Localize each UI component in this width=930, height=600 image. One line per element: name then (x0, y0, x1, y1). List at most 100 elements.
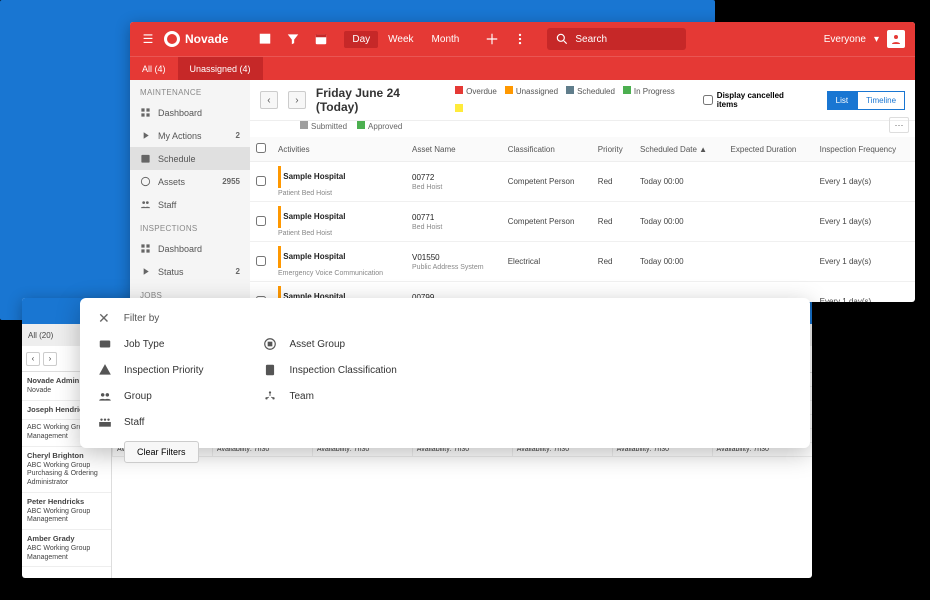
sidebar-icon (140, 130, 151, 141)
hamburger-icon[interactable]: ☰ (140, 32, 156, 46)
row-checkbox[interactable] (256, 216, 266, 226)
chevron-down-icon: ▾ (874, 34, 879, 45)
user-scope-label: Everyone (824, 34, 866, 45)
row-flag (278, 166, 281, 188)
sidebar-icon (140, 153, 151, 164)
filter-option-inspection-priority[interactable]: Inspection Priority (98, 363, 203, 377)
period-month[interactable]: Month (424, 31, 468, 48)
row-flag (278, 246, 281, 268)
column-header[interactable]: Scheduled Date ▲ (634, 137, 725, 162)
datebar: ‹ › Friday June 24 (Today) OverdueUnassi… (250, 80, 915, 121)
sidebar-item-staff[interactable]: Staff (130, 193, 250, 216)
search-input[interactable]: Search (547, 28, 685, 50)
column-header[interactable]: Expected Duration (725, 137, 814, 162)
sidebar-icon (140, 176, 151, 187)
sidebar-item-label: My Actions (158, 131, 202, 141)
sidebar-icon (140, 266, 151, 277)
calendar-next[interactable]: › (43, 352, 57, 366)
column-header[interactable]: Inspection Frequency (814, 137, 915, 162)
tab-all[interactable]: All (4) (130, 57, 178, 80)
calendar-person[interactable]: Amber GradyABC Working Group Management (22, 530, 111, 567)
period-switch: Day Week Month (344, 31, 467, 48)
calendar-tab-all[interactable]: All (20) (28, 331, 53, 340)
sidebar-item-label: Dashboard (158, 244, 202, 254)
table-row[interactable]: Sample HospitalEmergency Voice Communica… (250, 242, 915, 282)
sidebar-item-label: Staff (158, 200, 176, 210)
filter-popup: ✕ Filter by Job Type Inspection Priority G… (80, 298, 810, 448)
filter-option-staff[interactable]: Staff (98, 415, 203, 429)
filter-option-inspection-classification[interactable]: Inspection Classification (263, 363, 396, 377)
filter-option-label: Asset Group (289, 339, 345, 350)
sidebar-badge: 2 (236, 267, 240, 276)
column-header[interactable]: Priority (592, 137, 634, 162)
filter-option-icon (98, 337, 112, 351)
sidebar-item-label: Status (158, 267, 184, 277)
sidebar: MAINTENANCE Dashboard My Actions 2 Schedule… (130, 80, 250, 302)
filter-option-group[interactable]: Group (98, 389, 203, 403)
sidebar-item-my-actions[interactable]: My Actions 2 (130, 124, 250, 147)
tab-unassigned[interactable]: Unassigned (4) (178, 57, 263, 80)
column-header[interactable]: Asset Name (406, 137, 502, 162)
display-cancelled-checkbox[interactable] (703, 95, 713, 105)
legend-item: Submitted (300, 121, 347, 131)
calendar-person[interactable]: Peter HendricksABC Working Group Managem… (22, 493, 111, 530)
sidebar-badge: 2 (236, 131, 240, 140)
filter-option-icon (263, 363, 277, 377)
filter-title: Filter by (124, 313, 160, 324)
clear-filters-button[interactable]: Clear Filters (124, 441, 199, 463)
period-day[interactable]: Day (344, 31, 378, 48)
filter-option-icon (263, 337, 277, 351)
activities-table: ActivitiesAsset NameClassificationPriori… (250, 137, 915, 302)
brand-text: Novade (185, 32, 228, 46)
date-prev[interactable]: ‹ (260, 91, 278, 109)
calendar-prev[interactable]: ‹ (26, 352, 40, 366)
view-timeline[interactable]: Timeline (857, 91, 905, 110)
row-flag (278, 206, 281, 228)
row-checkbox[interactable] (256, 256, 266, 266)
legend-item: Unassigned (505, 86, 558, 96)
filter-option-job-type[interactable]: Job Type (98, 337, 203, 351)
app-window: ☰ Novade Day Week Month Search Everyone … (130, 22, 915, 302)
plus-icon[interactable] (485, 32, 499, 46)
period-week[interactable]: Week (380, 31, 421, 48)
close-icon[interactable]: ✕ (98, 310, 110, 327)
brand-logo[interactable]: Novade (164, 31, 228, 47)
sidebar-item-schedule[interactable]: Schedule (130, 147, 250, 170)
sidebar-icon (140, 107, 151, 118)
status-legend: OverdueUnassignedScheduledIn Progress (455, 86, 693, 114)
search-icon (555, 32, 569, 46)
table-row[interactable]: Sample HospitalPatient Bed Hoist00772Bed… (250, 162, 915, 202)
filter-option-icon (98, 415, 112, 429)
date-next[interactable]: › (288, 91, 306, 109)
filter-option-icon (98, 389, 112, 403)
row-checkbox[interactable] (256, 176, 266, 186)
filter-option-team[interactable]: Team (263, 389, 396, 403)
table-row[interactable]: Sample HospitalPatient Bed Hoist00771Bed… (250, 202, 915, 242)
sidebar-item-dashboard[interactable]: Dashboard (130, 101, 250, 124)
view-list[interactable]: List (827, 91, 857, 110)
select-all-checkbox[interactable] (256, 143, 266, 153)
main-pane: ‹ › Friday June 24 (Today) OverdueUnassi… (250, 80, 915, 302)
filter-icon[interactable] (286, 32, 300, 46)
logo-icon (164, 31, 180, 47)
display-cancelled-label: Display cancelled items (717, 91, 807, 109)
user-scope[interactable]: Everyone ▾ (824, 30, 905, 48)
search-placeholder: Search (575, 34, 607, 45)
sidebar-item-label: Assets (158, 177, 185, 187)
column-header[interactable]: Activities (272, 137, 406, 162)
status-row: SubmittedApproved⋯ (250, 121, 915, 137)
column-header[interactable]: Classification (502, 137, 592, 162)
box-icon[interactable] (258, 32, 272, 46)
sidebar-section-maintenance: MAINTENANCE (130, 80, 250, 101)
calendar-icon[interactable] (314, 32, 328, 46)
view-switch: List Timeline (827, 91, 905, 110)
sidebar-item-status[interactable]: Status 2 (130, 260, 250, 283)
filter-option-label: Job Type (124, 339, 164, 350)
sidebar-item-dashboard[interactable]: Dashboard (130, 237, 250, 260)
filter-option-asset-group[interactable]: Asset Group (263, 337, 396, 351)
more-vert-icon[interactable] (513, 32, 527, 46)
more-horiz-icon[interactable]: ⋯ (889, 117, 909, 133)
display-cancelled-toggle[interactable]: Display cancelled items (703, 91, 807, 109)
avatar[interactable] (887, 30, 905, 48)
sidebar-item-assets[interactable]: Assets2955 (130, 170, 250, 193)
